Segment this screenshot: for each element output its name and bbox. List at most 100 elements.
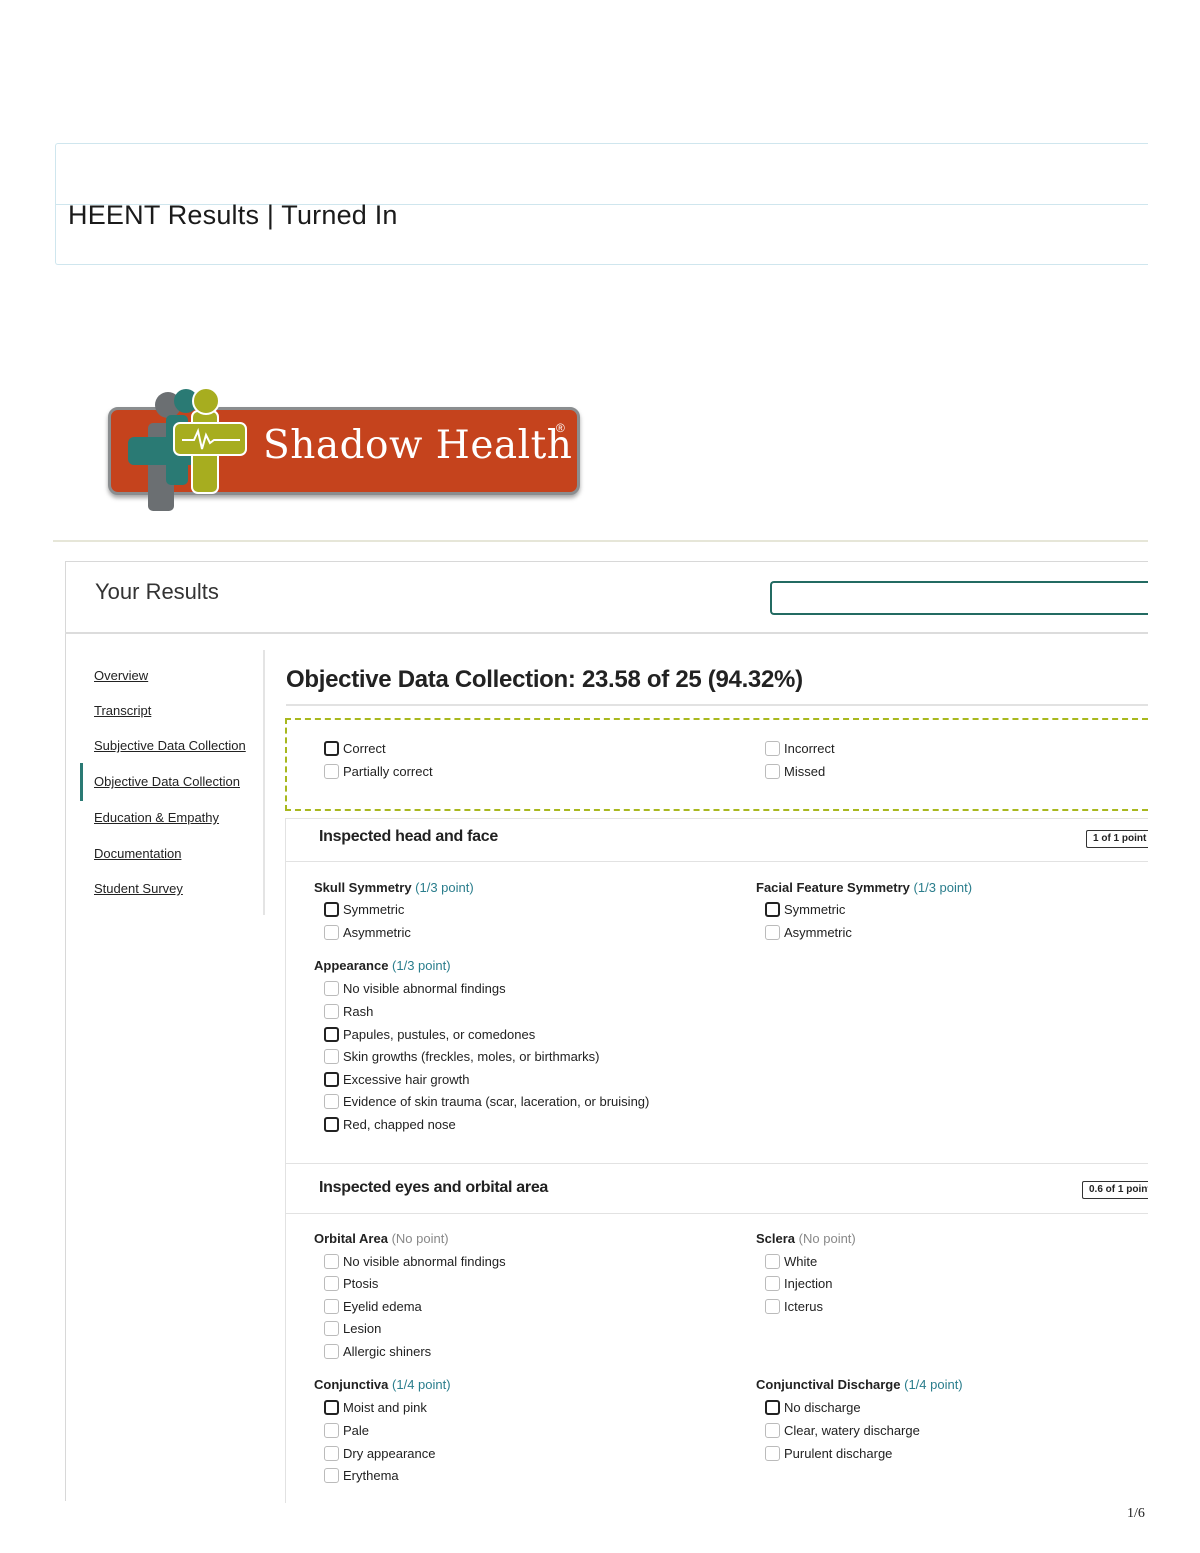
option-label: Asymmetric <box>343 925 411 940</box>
nav-student-survey[interactable]: Student Survey <box>94 881 183 896</box>
logo-figure-icon <box>128 387 247 511</box>
question-points: (1/4 point) <box>904 1377 963 1392</box>
question-label: Facial Feature Symmetry <box>756 880 910 895</box>
option-label: Excessive hair growth <box>343 1072 470 1087</box>
option: Eyelid edema <box>324 1299 422 1314</box>
option: Rash <box>324 1004 373 1019</box>
option: Asymmetric <box>765 925 852 940</box>
legend-correct-label: Correct <box>343 741 386 756</box>
search-input[interactable] <box>770 581 1148 615</box>
score-badge: 1 of 1 point <box>1086 830 1148 848</box>
option: Asymmetric <box>324 925 411 940</box>
shadow-health-logo: Shadow Health ® <box>108 385 583 511</box>
checkbox-icon <box>324 1094 339 1109</box>
option-label: Erythema <box>343 1468 399 1483</box>
question-points: (1/3 point) <box>392 958 451 973</box>
option-label: Evidence of skin trauma (scar, laceratio… <box>343 1094 650 1109</box>
group-header-divider <box>285 1213 1148 1214</box>
option-label: Lesion <box>343 1321 382 1336</box>
option-label: Red, chapped nose <box>343 1117 456 1132</box>
option-label: White <box>784 1254 818 1269</box>
option-label: Clear, watery discharge <box>784 1423 920 1438</box>
option-label: No visible abnormal findings <box>343 981 506 996</box>
option: Evidence of skin trauma (scar, laceratio… <box>324 1094 649 1109</box>
option-label: Skin growths (freckles, moles, or birthm… <box>343 1049 600 1064</box>
section-divider <box>286 704 1148 706</box>
option-label: Ptosis <box>343 1276 379 1291</box>
checkbox-icon <box>324 1276 339 1291</box>
legend-incorrect-label: Incorrect <box>784 741 835 756</box>
checkbox-icon <box>324 1027 339 1042</box>
checkbox-icon <box>765 764 780 779</box>
option-label: Eyelid edema <box>343 1299 422 1314</box>
option: Purulent discharge <box>765 1446 892 1461</box>
option-label: Asymmetric <box>784 925 852 940</box>
question-orbital-area: Orbital Area (No point) <box>314 1231 449 1246</box>
results-header-divider <box>65 632 1148 634</box>
question-label: Sclera <box>756 1231 796 1246</box>
group-title: Inspected eyes and orbital area <box>319 1179 549 1196</box>
checkbox-icon <box>324 981 339 996</box>
nav-subjective-data-collection[interactable]: Subjective Data Collection <box>94 738 246 753</box>
option: Injection <box>765 1276 832 1291</box>
nav-education-empathy[interactable]: Education & Empathy <box>94 810 219 825</box>
checkbox-icon <box>324 1400 339 1415</box>
checkbox-icon <box>324 925 339 940</box>
checkbox-icon <box>765 1400 780 1415</box>
checkbox-icon <box>324 1049 339 1064</box>
group-title: Inspected head and face <box>319 828 498 845</box>
checkbox-icon <box>324 1072 339 1087</box>
checkbox-icon <box>765 1276 780 1291</box>
nav-objective-data-collection[interactable]: Objective Data Collection <box>94 774 240 789</box>
option-label: Pale <box>343 1423 370 1438</box>
option: Papules, pustules, or comedones <box>324 1027 535 1042</box>
page-title: HEENT Results | Turned In <box>68 200 398 230</box>
nav-documentation[interactable]: Documentation <box>94 846 181 861</box>
option: Dry appearance <box>324 1446 436 1461</box>
logo-text: Shadow Health <box>263 423 573 468</box>
option-label: No discharge <box>784 1400 861 1415</box>
legend-correct: Correct <box>324 741 386 756</box>
option: Erythema <box>324 1468 399 1483</box>
option: Pale <box>324 1423 369 1438</box>
results-header: Your Results <box>95 579 219 604</box>
option: Moist and pink <box>324 1400 427 1415</box>
logo-registered-mark: ® <box>556 421 565 435</box>
option-label: Dry appearance <box>343 1446 436 1461</box>
option: Red, chapped nose <box>324 1117 456 1132</box>
checkbox-icon <box>324 1117 339 1132</box>
option: Allergic shiners <box>324 1344 431 1359</box>
option-label: Purulent discharge <box>784 1446 893 1461</box>
option: No discharge <box>765 1400 861 1415</box>
legend-missed: Missed <box>765 764 825 779</box>
option: Clear, watery discharge <box>765 1423 920 1438</box>
option-label: Papules, pustules, or comedones <box>343 1027 536 1042</box>
question-label: Orbital Area <box>314 1231 388 1246</box>
option-label: Rash <box>343 1004 374 1019</box>
question-appearance: Appearance (1/3 point) <box>314 958 451 973</box>
option: Symmetric <box>765 902 845 917</box>
checkbox-icon <box>765 925 780 940</box>
checkbox-icon <box>324 1446 339 1461</box>
question-sclera: Sclera (No point) <box>756 1231 856 1246</box>
checkbox-icon <box>765 1423 780 1438</box>
checkbox-icon <box>324 741 339 756</box>
nav-overview[interactable]: Overview <box>94 668 148 683</box>
checkbox-icon <box>765 1299 780 1314</box>
option: Skin growths (freckles, moles, or birthm… <box>324 1049 599 1064</box>
option-label: Icterus <box>784 1299 824 1314</box>
option-label: Moist and pink <box>343 1400 427 1415</box>
option-label: Allergic shiners <box>343 1344 432 1359</box>
option: White <box>765 1254 817 1269</box>
checkbox-icon <box>324 1468 339 1483</box>
option: Lesion <box>324 1321 381 1336</box>
question-points: (1/4 point) <box>392 1377 451 1392</box>
legend-incorrect: Incorrect <box>765 741 835 756</box>
checkbox-icon <box>324 764 339 779</box>
option: No visible abnormal findings <box>324 981 506 996</box>
legend-missed-label: Missed <box>784 764 826 779</box>
question-facial-feature-symmetry: Facial Feature Symmetry (1/3 point) <box>756 880 972 895</box>
checkbox-icon <box>765 1446 780 1461</box>
nav-transcript[interactable]: Transcript <box>94 703 151 718</box>
option: No visible abnormal findings <box>324 1254 506 1269</box>
